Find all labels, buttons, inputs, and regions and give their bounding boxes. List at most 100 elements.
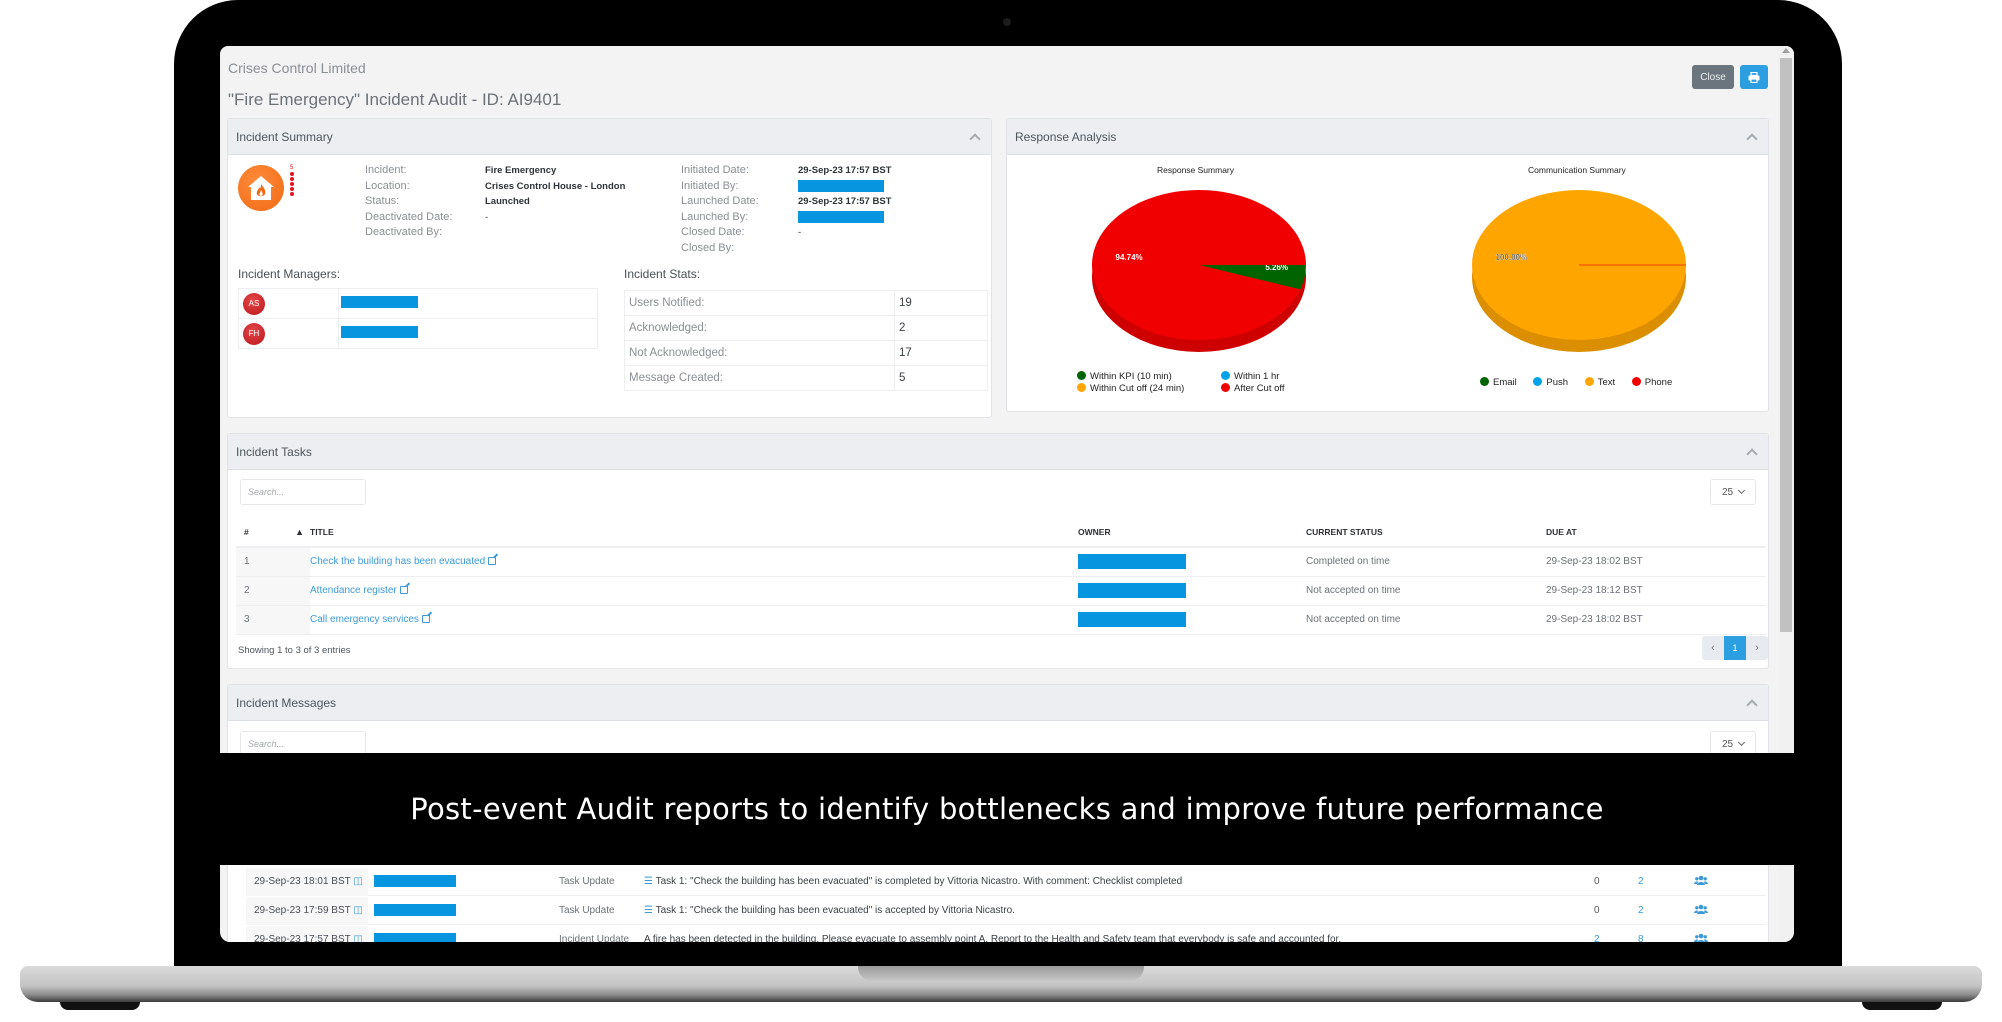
legend-item[interactable]: Text (1584, 377, 1615, 388)
incident-messages-header[interactable]: Incident Messages (228, 685, 1768, 721)
legend-item[interactable]: Within KPI (10 min) (1077, 371, 1207, 383)
legend-item[interactable]: Phone (1631, 377, 1672, 388)
field-label: Initiated Date: (681, 164, 749, 176)
table-row: 1 Check the building has been evacuated … (236, 547, 1766, 577)
column-header-due[interactable]: DUE AT (1546, 517, 1766, 548)
users-icon[interactable] (1694, 904, 1708, 917)
close-button[interactable]: Close (1692, 65, 1734, 89)
stat-value: 19 (894, 290, 988, 316)
pie-data-label: 100.00% (1496, 253, 1528, 262)
tasks-search-input[interactable]: Search... (240, 479, 366, 505)
company-name: Crises Control Limited (228, 60, 366, 76)
response-analysis-panel: Response Analysis Response Summary Commu… (1006, 118, 1769, 412)
message-count-1[interactable]: 0 (1594, 876, 1600, 887)
legend-dot (1631, 377, 1641, 386)
communication-chart-title: Communication Summary (1528, 165, 1626, 175)
column-header-title[interactable]: TITLE (310, 517, 1078, 548)
message-count-2[interactable]: 8 (1638, 934, 1644, 942)
stats-title: Incident Stats: (624, 267, 701, 281)
avatar: AS (243, 292, 265, 315)
task-number: 1 (236, 547, 310, 577)
pie-communication: 100.00% (1472, 190, 1686, 352)
scroll-up-arrow[interactable] (1782, 48, 1790, 53)
launched-date: 29-Sep-23 17:57 BST (798, 196, 892, 207)
response-chart-title: Response Summary (1157, 165, 1235, 175)
incident-location: Crises Control House - London (485, 180, 626, 192)
pie-response: 5.26%94.74% (1092, 190, 1306, 352)
laptop-foot (60, 1002, 140, 1010)
response-analysis-header[interactable]: Response Analysis (1007, 119, 1768, 155)
chart-icon[interactable]: ◫ (353, 934, 362, 942)
stat-row: Message Created: 5 (624, 365, 988, 391)
incident-tasks-panel: Incident Tasks Search... 25 # ▲ TITLE OWN… (227, 433, 1769, 669)
chevron-up-icon[interactable] (1746, 447, 1758, 460)
message-count-2[interactable]: 2 (1638, 876, 1644, 887)
legend-item[interactable]: After Cut off (1221, 383, 1285, 394)
legend-label: Email (1493, 377, 1517, 388)
task-title-link[interactable]: Check the building has been evacuated (310, 556, 497, 567)
chart-icon[interactable]: ◫ (353, 905, 362, 916)
stat-value: 2 (894, 315, 988, 341)
response-legend: Within KPI (10 min) Within 1 hr Within Cu… (1077, 371, 1299, 395)
redacted-owner (1078, 583, 1186, 598)
initiated-by (798, 179, 891, 195)
scrollbar-thumb[interactable] (1780, 58, 1792, 632)
field-label: Deactivated Date: (365, 210, 453, 223)
incident-summary-header[interactable]: Incident Summary (228, 119, 991, 155)
legend-item[interactable]: Within Cut off (24 min) (1077, 383, 1207, 395)
task-title-link[interactable]: Call emergency services (310, 614, 430, 625)
legend-item[interactable]: Within 1 hr (1221, 371, 1279, 382)
table-row: 3 Call emergency services Not accepted o… (236, 605, 1766, 635)
pagination-page-1[interactable]: 1 (1724, 636, 1746, 660)
deactivated-date: - (485, 211, 489, 223)
column-header-owner[interactable]: OWNER (1078, 517, 1306, 548)
stat-value: 5 (894, 365, 988, 391)
panel-title: Incident Tasks (236, 444, 312, 459)
chevron-up-icon[interactable] (1746, 698, 1758, 711)
stat-label: Not Acknowledged: (624, 340, 895, 366)
message-row: 29-Sep-23 17:57 BST ◫ Incident Update A … (246, 926, 1766, 942)
task-due: 29-Sep-23 18:02 BST (1546, 547, 1766, 577)
legend-label: After Cut off (1234, 383, 1285, 394)
legend-item[interactable]: Email (1480, 377, 1517, 388)
legend-item[interactable]: Push (1533, 377, 1568, 388)
incident-details-right-values: 29-Sep-23 17:57 BST 29-Sep-23 17:57 BST … (798, 163, 891, 256)
incident-details-left-values: Fire Emergency Crises Control House - Lo… (485, 163, 625, 225)
caption-banner: Post-event Audit reports to identify bot… (220, 753, 1794, 865)
legend-dot (1533, 377, 1543, 386)
redacted-name (798, 210, 884, 223)
laptop-notch (858, 966, 1144, 981)
chart-icon[interactable]: ◫ (353, 876, 362, 887)
field-label: Location: (365, 179, 410, 192)
task-due: 29-Sep-23 18:02 BST (1546, 605, 1766, 635)
users-icon[interactable] (1694, 875, 1708, 888)
redacted-sender (374, 875, 456, 887)
legend-dot (1480, 377, 1489, 386)
tasks-page-length-select[interactable]: 25 (1710, 479, 1756, 505)
external-link-icon (399, 586, 408, 594)
users-icon[interactable] (1694, 933, 1708, 942)
message-date: 29-Sep-23 17:59 BST ◫ (254, 905, 363, 916)
incident-name: Fire Emergency (485, 165, 557, 176)
column-header-status[interactable]: CURRENT STATUS (1306, 517, 1546, 548)
message-count-1[interactable]: 2 (1594, 934, 1600, 942)
task-title-link[interactable]: Attendance register (310, 585, 408, 596)
laptop-foot (1862, 1002, 1942, 1010)
stat-row: Not Acknowledged: 17 (624, 340, 988, 366)
stat-value: 17 (894, 340, 988, 366)
chevron-up-icon[interactable] (969, 132, 981, 145)
message-count-1[interactable]: 0 (1594, 905, 1600, 916)
initiated-date: 29-Sep-23 17:57 BST (798, 165, 892, 176)
message-count-2[interactable]: 2 (1638, 905, 1644, 916)
field-label: Initiated By: (681, 179, 739, 192)
message-text: ☰ Task 1: "Check the building has been e… (644, 905, 1015, 916)
incident-tasks-header[interactable]: Incident Tasks (228, 434, 1768, 470)
print-button[interactable] (1740, 65, 1768, 89)
column-header-number[interactable]: # ▲ (236, 517, 310, 548)
task-due: 29-Sep-23 18:12 BST (1546, 576, 1766, 606)
external-link-icon (421, 615, 430, 623)
pagination-prev[interactable]: ‹ (1702, 636, 1724, 660)
pagination-next[interactable]: › (1746, 636, 1768, 660)
chevron-up-icon[interactable] (1746, 132, 1758, 145)
stats-table: Users Notified: 19 Acknowledged: 2 Not Ack… (624, 290, 988, 391)
